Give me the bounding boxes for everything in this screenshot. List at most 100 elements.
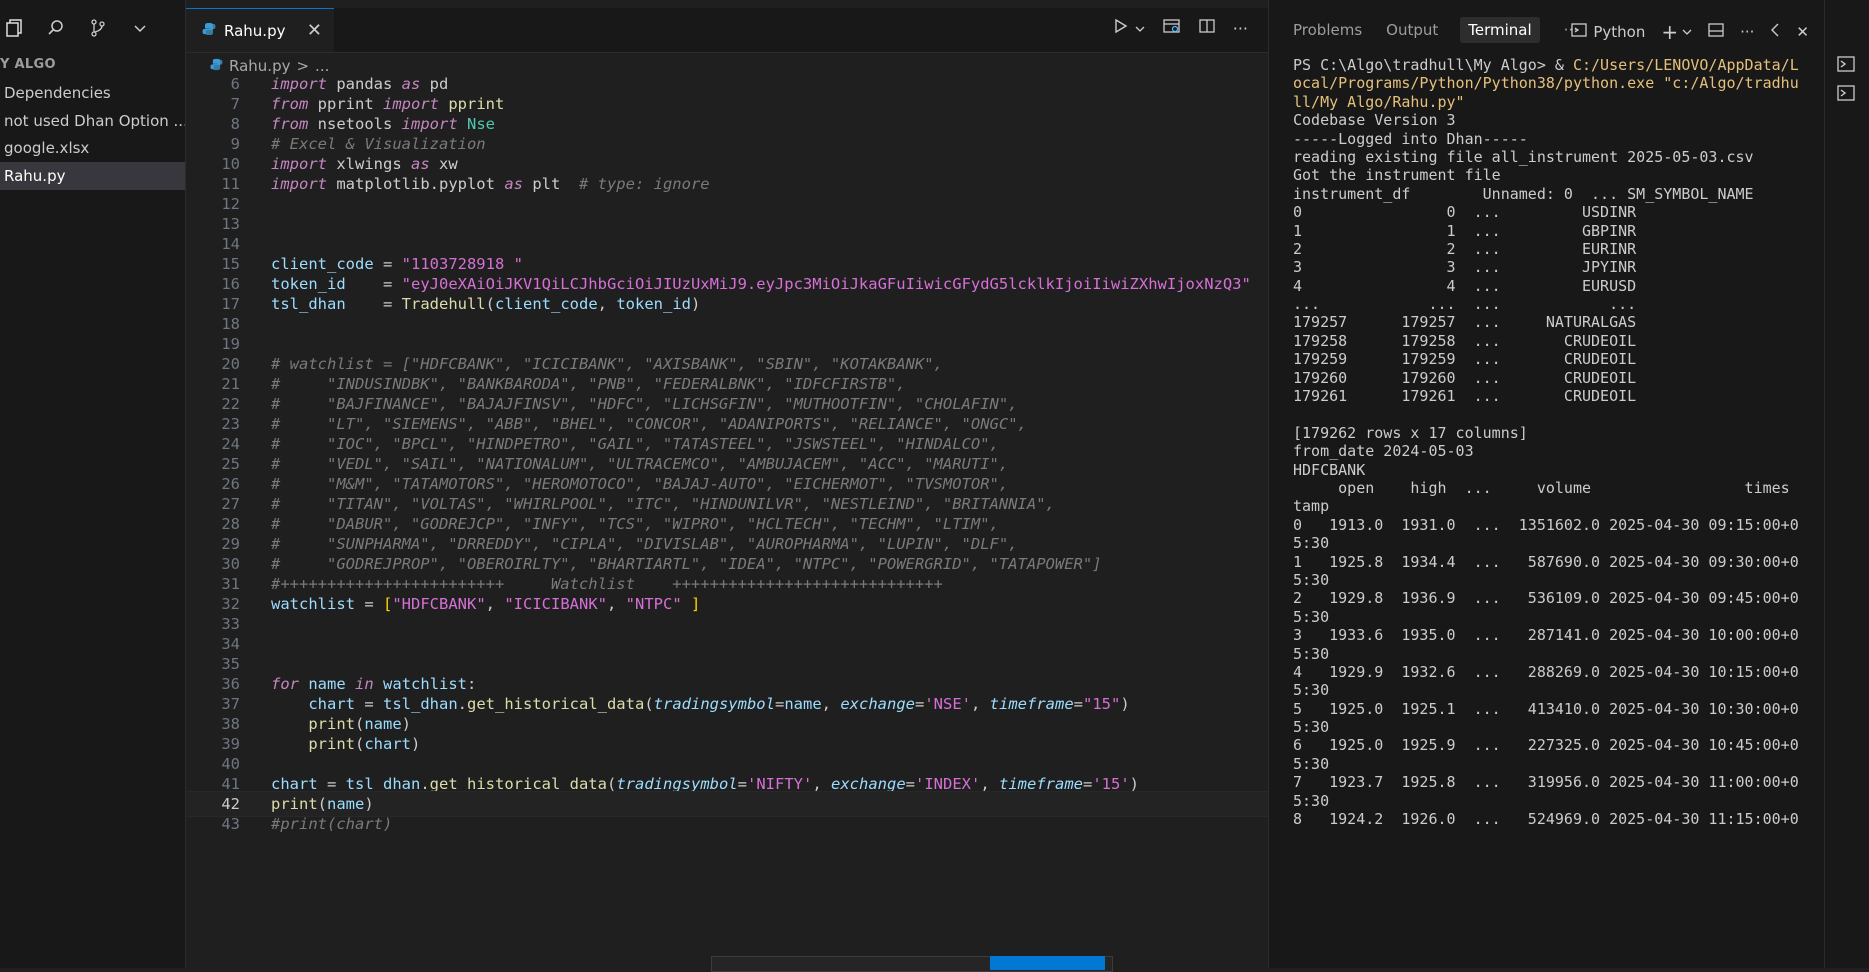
code-token: matplotlib.pyplot [327, 175, 505, 193]
panel-actions: Python + ··· ✕ [1571, 20, 1809, 44]
code-token: token_id [271, 275, 346, 293]
code-token: chart [364, 735, 412, 753]
terminal-text: from_date 2024-05-03 [1293, 442, 1474, 461]
code-token: watchlist [271, 595, 355, 613]
terminal-line: 1 1 ... GBPINR [1293, 220, 1813, 240]
code-token: exchange [840, 695, 915, 713]
terminal-text: 179261 179261 ... CRUDEOIL [1293, 387, 1637, 406]
terminal-text: [179262 rows x 17 columns] [1293, 423, 1528, 442]
code-token: get_historical_data [429, 775, 607, 793]
sidebar-item-google-xlsx[interactable]: google.xlsx [0, 134, 185, 162]
sidebar-item-rahu-py[interactable]: Rahu.py [0, 162, 185, 190]
terminal-text: 179259 179259 ... CRUDEOIL [1293, 350, 1637, 369]
terminal-text: ocal/Programs/Python/Python38/python.exe [1293, 74, 1655, 93]
tab-output[interactable]: Output [1386, 21, 1438, 39]
breadcrumb-symbols[interactable]: ... [315, 57, 329, 75]
maximize-panel-icon[interactable] [1708, 22, 1724, 42]
code-token: = [1073, 695, 1084, 713]
line-number: 43 [221, 815, 240, 833]
code-token: ) [411, 735, 421, 753]
code-token: # "IOC", "BPCL", "HINDPETRO", "GAIL", "T… [271, 435, 999, 453]
breadcrumb-file[interactable]: Rahu.py [229, 57, 290, 75]
more-actions-icon[interactable]: ··· [1740, 23, 1754, 41]
code-token: ) [1120, 695, 1130, 713]
tab-terminal[interactable]: Terminal [1460, 17, 1540, 43]
code-token: "NTPC" [625, 595, 682, 613]
code-token: ( [606, 775, 617, 793]
code-token: = [737, 775, 747, 793]
breadcrumb-separator: > [296, 57, 310, 75]
code-token: , [485, 595, 505, 613]
code-token: tsl_dhan [345, 775, 421, 793]
code-token: chart [271, 775, 318, 793]
chevron-down-icon[interactable] [130, 18, 150, 38]
terminal-text: 7 1923.7 1925.8 ... 319956.0 2025-04-30 … [1293, 773, 1799, 792]
explorer-folder-title[interactable]: Y ALGO [0, 57, 56, 72]
tab-rahu-py[interactable]: Rahu.py ✕ [186, 8, 334, 52]
breadcrumb: Rahu.py > ... [210, 56, 329, 76]
chevron-left-icon[interactable] [1770, 23, 1780, 41]
code-token: for [271, 675, 299, 693]
terminal-shell-label[interactable]: Python [1593, 23, 1645, 41]
terminal-text: 5:30 [1293, 681, 1330, 700]
sidebar-item-dependencies[interactable]: Dependencies [0, 79, 185, 107]
terminal-line: 8 1924.2 1926.0 ... 524969.0 2025-04-30 … [1293, 808, 1813, 828]
code-token: "1103728918 " [401, 255, 523, 273]
code-token: . [457, 695, 467, 713]
run-icon[interactable] [1113, 18, 1129, 38]
open-preview-icon[interactable] [1163, 18, 1181, 38]
code-token: #print(chart) [271, 815, 393, 833]
add-terminal-icon[interactable]: + [1661, 20, 1678, 44]
terminal-icon[interactable] [1571, 22, 1587, 42]
tab-problems[interactable]: Problems [1293, 21, 1362, 39]
code-token: , [971, 695, 990, 713]
terminal-output[interactable]: PS C:\Algo\tradhull\My Algo> & C:/Users/… [1293, 54, 1813, 828]
terminal-text: open high ... volume times [1293, 478, 1790, 497]
code-token: 'NIFTY' [747, 775, 813, 793]
code-token: = [1083, 775, 1093, 793]
terminal-text: 1 1925.8 1934.4 ... 587690.0 2025-04-30 … [1293, 552, 1799, 571]
terminal-icon[interactable] [1837, 84, 1857, 104]
chevron-down-icon[interactable] [1135, 19, 1145, 38]
code-token: # "LT", "SIEMENS", "ABB", "BHEL", "CONCO… [271, 415, 1027, 433]
chevron-down-icon[interactable] [1682, 23, 1692, 41]
terminal-text: Codebase Version 3 [1293, 111, 1456, 130]
terminal-line: from_date 2024-05-03 [1293, 440, 1813, 461]
code-token: , [812, 775, 831, 793]
terminal-icon[interactable] [1837, 55, 1857, 75]
split-editor-icon[interactable] [1199, 18, 1215, 38]
terminal-text: 4 1929.9 1932.6 ... 288269.0 2025-04-30 … [1293, 662, 1799, 681]
terminal-line: 3 3 ... JPYINR [1293, 256, 1813, 276]
code-token: client_code [495, 295, 598, 313]
code-token: # "SUNPHARMA", "DRREDDY", "CIPLA", "DIVI… [271, 535, 1018, 553]
source-control-icon[interactable] [88, 18, 108, 38]
terminal-text: tamp [1293, 497, 1330, 516]
code-token: timeframe [989, 695, 1074, 713]
terminal-text: 5:30 [1293, 791, 1330, 810]
code-token: chart [308, 695, 355, 713]
sidebar-item-not-used-dhan-option[interactable]: not used Dhan Option ... [0, 107, 185, 135]
code-token: print [308, 735, 355, 753]
code-token: pprint [308, 95, 383, 113]
terminal-line: 5:30 [1293, 643, 1813, 663]
search-icon[interactable] [46, 18, 66, 38]
code-editor[interactable]: 6 import pandas as pd 7 from pprint import … [186, 74, 1268, 968]
explorer-icon[interactable] [4, 18, 24, 38]
code-token: # "DABUR", "GODREJCP", "INFY", "TCS", "W… [271, 515, 999, 533]
terminal-text: Got the instrument file [1293, 166, 1501, 185]
code-token: tradingsymbol [616, 775, 738, 793]
code-line[interactable]: 43 #print(chart) [186, 812, 1268, 836]
close-icon[interactable]: ✕ [1796, 23, 1809, 41]
more-actions-icon[interactable]: ··· [1233, 19, 1248, 38]
close-icon[interactable]: ✕ [307, 20, 322, 41]
terminal-line: 2 2 ... EURINR [1293, 238, 1813, 258]
code-token: from [271, 95, 309, 113]
terminal-line: HDFCBANK [1293, 459, 1813, 479]
terminal-line: 7 1923.7 1925.8 ... 319956.0 2025-04-30 … [1293, 771, 1813, 792]
terminal-text: 2 2 ... EURINR [1293, 239, 1637, 258]
code-token: = [355, 695, 383, 713]
terminal-text: 0 1913.0 1931.0 ... 1351602.0 2025-04-30… [1293, 515, 1799, 534]
